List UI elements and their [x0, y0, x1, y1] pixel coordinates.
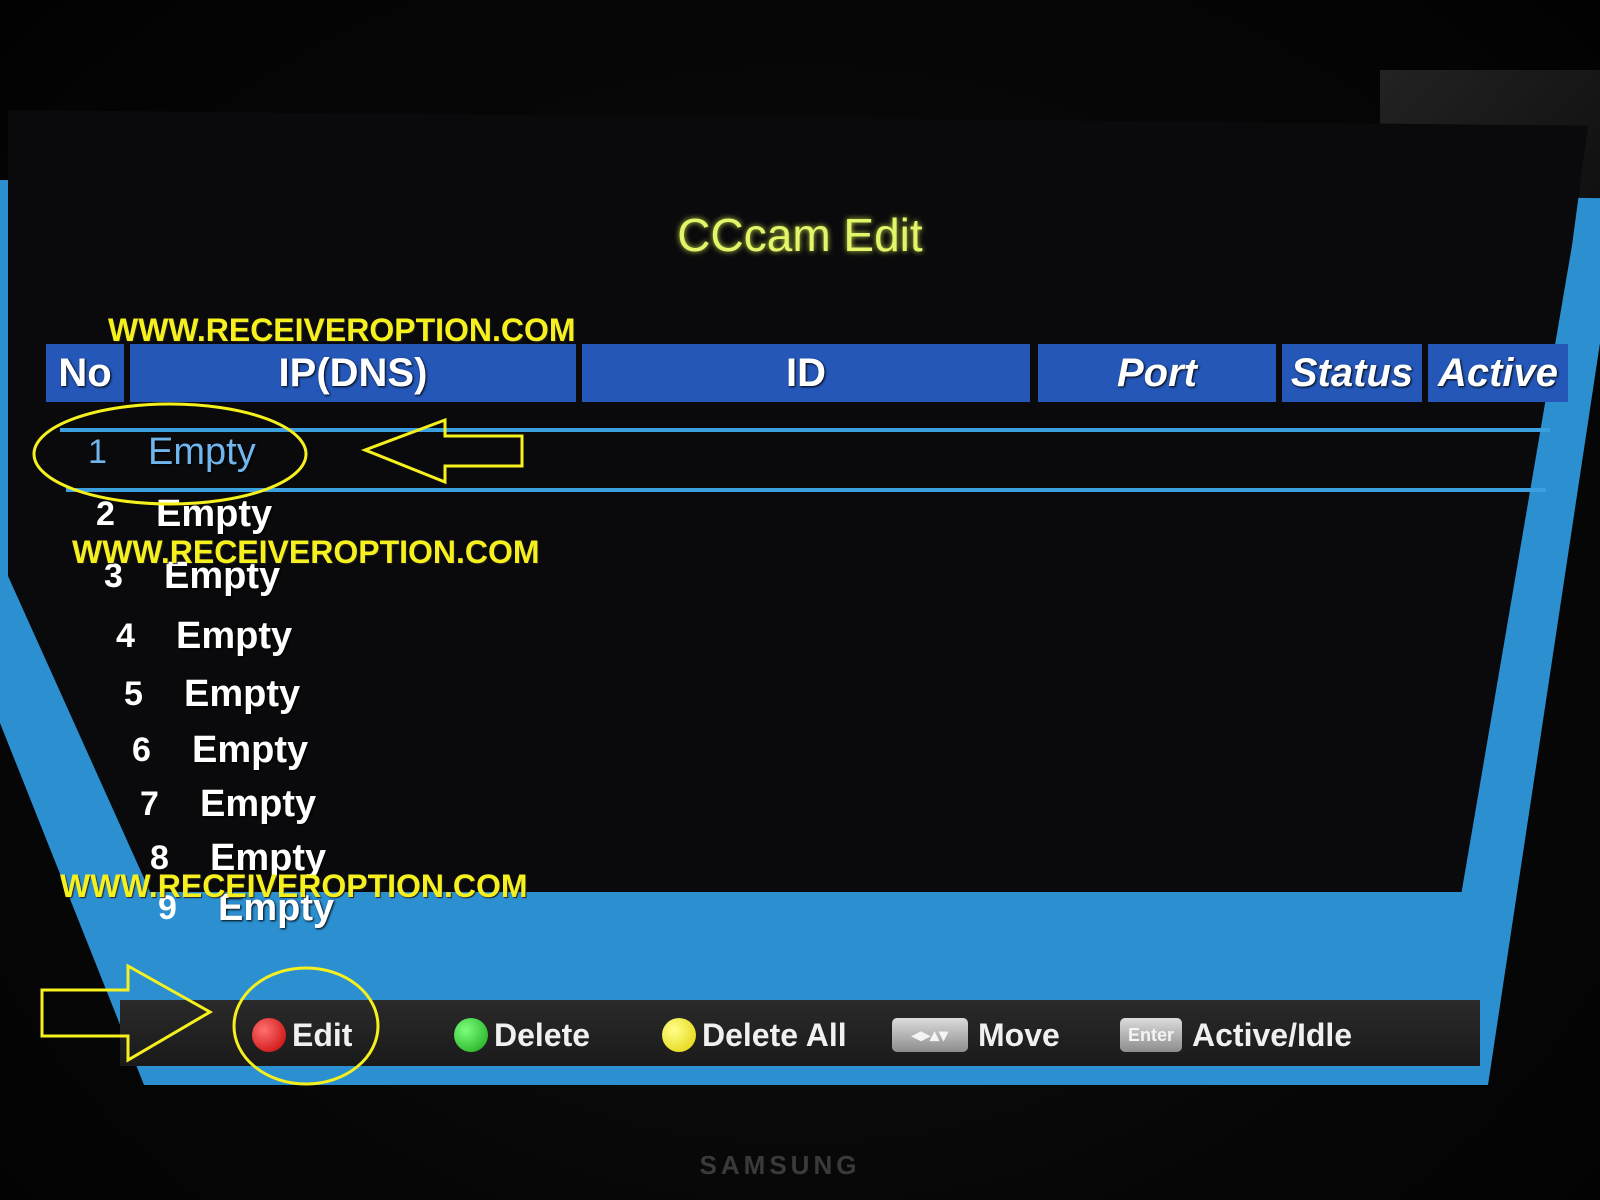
green-key-icon [454, 1018, 488, 1052]
row-number: 6 [132, 731, 151, 769]
table-row[interactable]: 5 Empty [124, 666, 624, 722]
row-number: 4 [116, 617, 135, 655]
row-ip-dns: Empty [184, 673, 301, 715]
row-ip-dns: Empty [176, 615, 293, 657]
delete-all-button[interactable]: Delete All [662, 1010, 847, 1060]
watermark-text: WWW.RECEIVEROPTION.COM [72, 534, 540, 570]
watermark-text: WWW.RECEIVEROPTION.COM [108, 312, 576, 348]
row-number: 5 [124, 675, 143, 713]
row-ip-dns: Empty [148, 431, 256, 473]
delete-label: Delete [494, 1016, 591, 1053]
active-idle-button[interactable]: Enter Active/Idle [1120, 1010, 1352, 1060]
table-row[interactable]: 6 Empty [132, 722, 632, 778]
row-ip-dns: Empty [200, 783, 317, 825]
arrow-keys-icon: ◂▸▴▾ [892, 1018, 968, 1052]
yellow-key-icon [662, 1018, 696, 1052]
row-number: 7 [140, 785, 159, 823]
row-number: 1 [88, 433, 107, 471]
active-idle-label: Active/Idle [1192, 1016, 1353, 1053]
table-row[interactable]: 4 Empty [116, 608, 616, 664]
column-header-ip-dns: IP(DNS) [130, 344, 576, 402]
edit-label: Edit [292, 1016, 353, 1053]
edit-button[interactable]: Edit [252, 1010, 352, 1060]
row-ip-dns: Empty [192, 729, 309, 771]
column-header-id: ID [582, 344, 1030, 402]
enter-key-icon: Enter [1120, 1018, 1183, 1052]
table-row[interactable]: 1 Empty [88, 424, 588, 480]
window-title: CCcam Edit [677, 209, 923, 261]
table-row[interactable]: 7 Empty [140, 776, 640, 832]
red-key-icon [252, 1018, 286, 1052]
move-label: Move [978, 1016, 1060, 1053]
delete-button[interactable]: Delete [454, 1010, 590, 1060]
move-button[interactable]: ◂▸▴▾ Move [892, 1010, 1060, 1060]
watermark-text: WWW.RECEIVEROPTION.COM [60, 868, 528, 904]
delete-all-label: Delete All [702, 1016, 847, 1053]
column-header-active: Active [1428, 344, 1568, 402]
column-header-port: Port [1038, 344, 1276, 402]
column-header-status: Status [1282, 344, 1422, 402]
column-header-no: No [46, 344, 124, 402]
tv-brand-logo: SAMSUNG [699, 1150, 861, 1180]
